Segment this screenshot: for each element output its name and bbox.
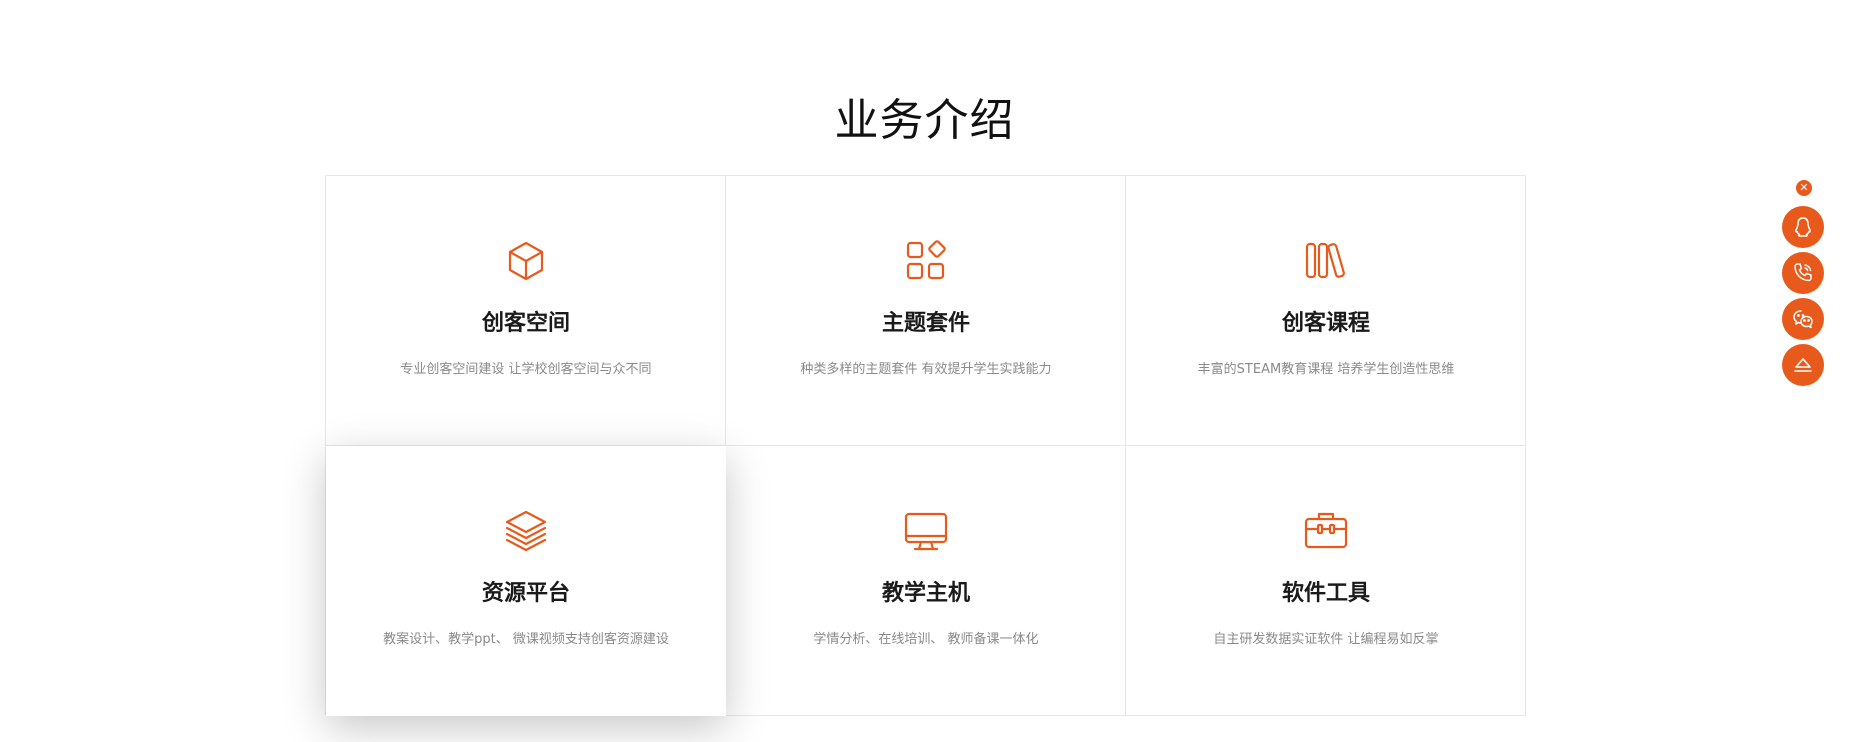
card-title: 资源平台 <box>481 581 570 606</box>
phone-icon <box>1794 263 1812 282</box>
books-icon <box>1303 238 1349 284</box>
business-card[interactable]: 创客空间 专业创客空间建设 让学校创客空间与众不同 <box>326 176 726 446</box>
card-title: 教学主机 <box>881 581 970 606</box>
qq-button[interactable] <box>1782 206 1824 248</box>
card-description: 学情分析、在线培训、 教师备课一体化 <box>813 632 1039 647</box>
card-description: 专业创客空间建设 让学校创客空间与众不同 <box>400 362 652 377</box>
card-description: 教案设计、教学ppt、 微课视频支持创客资源建设 <box>383 632 669 647</box>
phone-button[interactable] <box>1782 252 1824 294</box>
wechat-icon <box>1793 310 1813 329</box>
cube-icon <box>503 238 549 284</box>
business-card[interactable]: 资源平台 教案设计、教学ppt、 微课视频支持创客资源建设 <box>326 446 726 716</box>
card-title: 软件工具 <box>1281 581 1370 606</box>
back-to-top-icon <box>1794 358 1812 372</box>
toolbox-icon <box>1303 508 1349 554</box>
monitor-icon <box>903 508 949 554</box>
card-title: 创客课程 <box>1281 311 1370 336</box>
apps-grid-icon <box>903 238 949 284</box>
business-intro-page: 业务介绍 创客空间 专业创客空间建设 让学校创客空间与众不同 主题套件 种类多样… <box>0 0 1849 742</box>
business-card[interactable]: 软件工具 自主研发数据实证软件 让编程易如反掌 <box>1126 446 1526 716</box>
close-icon[interactable]: ✕ <box>1796 180 1812 196</box>
section-title: 业务介绍 <box>834 95 1015 147</box>
card-description: 自主研发数据实证软件 让编程易如反掌 <box>1213 632 1439 647</box>
business-card[interactable]: 主题套件 种类多样的主题套件 有效提升学生实践能力 <box>726 176 1126 446</box>
card-title: 创客空间 <box>481 311 570 336</box>
layers-icon <box>503 508 549 554</box>
business-card[interactable]: 教学主机 学情分析、在线培训、 教师备课一体化 <box>726 446 1126 716</box>
business-grid: 创客空间 专业创客空间建设 让学校创客空间与众不同 主题套件 种类多样的主题套件… <box>325 175 1526 716</box>
card-title: 主题套件 <box>881 311 970 336</box>
back-to-top-button[interactable] <box>1782 344 1824 386</box>
card-description: 丰富的STEAM教育课程 培养学生创造性思维 <box>1197 362 1455 377</box>
wechat-button[interactable] <box>1782 298 1824 340</box>
card-description: 种类多样的主题套件 有效提升学生实践能力 <box>800 362 1052 377</box>
qq-icon <box>1795 217 1811 237</box>
business-card[interactable]: 创客课程 丰富的STEAM教育课程 培养学生创造性思维 <box>1126 176 1526 446</box>
